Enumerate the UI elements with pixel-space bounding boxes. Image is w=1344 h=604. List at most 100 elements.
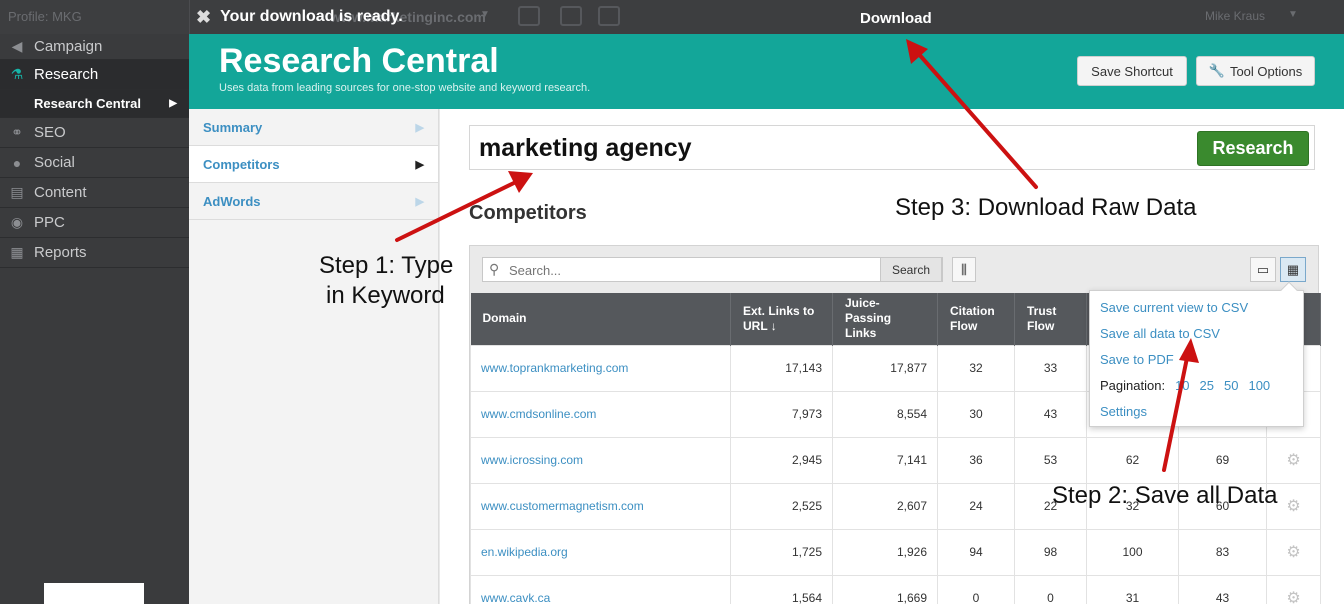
save-shortcut-button[interactable]: Save Shortcut — [1077, 56, 1187, 86]
cell-trust-flow: 33 — [1014, 344, 1087, 392]
close-icon[interactable]: ✖ — [196, 7, 211, 28]
tool-options-button[interactable]: 🔧 Tool Options — [1196, 56, 1315, 86]
cell-juice-links: 17,877 — [832, 344, 938, 392]
cell-value: 62 — [1086, 436, 1179, 484]
book-icon[interactable] — [518, 6, 540, 26]
microscope-icon: ⚗ — [10, 66, 24, 82]
cell-trust-flow: 53 — [1014, 436, 1087, 484]
section-title: Competitors — [469, 202, 587, 224]
report-icon: ▦ — [10, 244, 24, 260]
sidebar-item-research-central[interactable]: Research Central ▶ — [0, 90, 189, 118]
keyword-value[interactable]: marketing agency — [479, 134, 692, 163]
sidebar-item-label: PPC — [34, 214, 65, 231]
subnav-adwords[interactable]: AdWords ▶ — [189, 183, 438, 220]
subnav-label: Summary — [203, 119, 263, 135]
monitor-icon[interactable]: ▭ — [1250, 257, 1276, 282]
sidebar-item-reports[interactable]: ▦ Reports — [0, 238, 189, 268]
column-header[interactable]: Trust Flow — [1014, 293, 1087, 345]
annotation-step2: Step 2: Save all Data — [1052, 482, 1278, 509]
search-input[interactable] — [509, 261, 879, 279]
cell-citation-flow: 24 — [937, 482, 1015, 530]
pagination-label: Pagination: — [1100, 378, 1166, 393]
table-row: www.icrossing.com 2,945 7,141 36 53 62 6… — [470, 436, 1321, 484]
cell-citation-flow: 36 — [937, 436, 1015, 484]
wrench-icon: 🔧 — [1208, 63, 1225, 78]
annotation-step1-line1: Step 1: Type — [319, 252, 454, 279]
pagination-option[interactable]: 10 — [1175, 378, 1189, 393]
domain-link[interactable]: www.cavk.ca — [470, 574, 731, 604]
page-title: Research Central — [219, 42, 499, 80]
pagination-option[interactable]: 100 — [1248, 378, 1270, 393]
download-link[interactable]: Download — [860, 10, 932, 27]
cell-juice-links: 1,926 — [832, 528, 938, 576]
gear-icon[interactable]: ⚙ — [1266, 528, 1321, 576]
table-export-icon[interactable]: ▦ — [1280, 257, 1306, 282]
chevron-right-icon: ▶ — [415, 195, 424, 208]
chevron-down-icon[interactable]: ▼ — [1288, 9, 1298, 20]
cell-trust-flow: 43 — [1014, 390, 1087, 438]
menu-item-save-all-csv[interactable]: Save all data to CSV — [1100, 326, 1220, 341]
cell-trust-flow: 0 — [1014, 574, 1087, 604]
sidebar: ◀ Campaign ⚗ Research Research Central ▶… — [0, 34, 189, 604]
cell-juice-links: 7,141 — [832, 436, 938, 484]
menu-item-save-pdf[interactable]: Save to PDF — [1100, 352, 1174, 367]
export-menu: Save current view to CSV Save all data t… — [1089, 281, 1304, 427]
cell-value: 43 — [1178, 574, 1267, 604]
cell-juice-links: 2,607 — [832, 482, 938, 530]
chat-icon: ● — [12, 154, 22, 171]
page-header: Research Central Uses data from leading … — [189, 34, 1344, 109]
pagination-option[interactable]: 50 — [1224, 378, 1238, 393]
cell-ext-links: 1,564 — [730, 574, 833, 604]
profile-label[interactable]: Profile: MKG — [8, 9, 82, 24]
sidebar-item-research[interactable]: ⚗ Research — [0, 60, 189, 90]
table-search: ⚲ Search — [482, 257, 943, 282]
sidebar-item-content[interactable]: ▤ Content — [0, 178, 189, 208]
chevron-right-icon: ▶ — [415, 158, 424, 171]
cell-citation-flow: 94 — [937, 528, 1015, 576]
link-icon: ⚭ — [11, 124, 23, 140]
cell-citation-flow: 30 — [937, 390, 1015, 438]
menu-item-settings[interactable]: Settings — [1100, 404, 1147, 419]
sidebar-item-label: Campaign — [34, 38, 103, 55]
gear-icon[interactable]: ⚙ — [1266, 574, 1321, 604]
sidebar-subitem-label: Research Central — [34, 96, 141, 111]
annotation-step3: Step 3: Download Raw Data — [895, 194, 1197, 221]
page-subtitle: Uses data from leading sources for one-s… — [219, 82, 591, 94]
subnav-competitors[interactable]: Competitors ▶ — [189, 146, 438, 183]
keyword-input[interactable]: marketing agency Research — [469, 125, 1315, 170]
sidebar-item-social[interactable]: ● Social — [0, 148, 189, 178]
domain-link[interactable]: en.wikipedia.org — [470, 528, 731, 576]
search-icon: ⚲ — [489, 261, 500, 277]
check-icon[interactable] — [560, 6, 582, 26]
column-settings-icon[interactable]: ⫼ — [952, 257, 976, 282]
table-row: www.cavk.ca 1,564 1,669 0 0 31 43 ⚙ — [470, 574, 1321, 604]
search-button[interactable]: Search — [880, 257, 942, 282]
gear-icon[interactable]: ⚙ — [1266, 436, 1321, 484]
user-menu[interactable]: Mike Kraus — [1205, 9, 1265, 23]
sidebar-item-label: Research — [34, 66, 99, 83]
sidebar-footer-block — [44, 583, 144, 604]
cell-citation-flow: 0 — [937, 574, 1015, 604]
domain-link[interactable]: www.cmdsonline.com — [470, 390, 731, 438]
domain-link[interactable]: www.customermagnetism.com — [470, 482, 731, 530]
cell-ext-links: 17,143 — [730, 344, 833, 392]
chevron-down-icon[interactable]: ▼ — [480, 9, 490, 20]
subnav-summary[interactable]: Summary ▶ — [189, 109, 438, 146]
pagination-option[interactable]: 25 — [1200, 378, 1214, 393]
domain-link[interactable]: www.icrossing.com — [470, 436, 731, 484]
column-header[interactable]: Citation Flow — [937, 293, 1015, 345]
chevron-right-icon: ▶ — [415, 121, 424, 134]
research-button[interactable]: Research — [1197, 131, 1309, 166]
sidebar-item-ppc[interactable]: ◉ PPC — [0, 208, 189, 238]
column-header[interactable]: Domain — [470, 293, 731, 345]
annotation-step1-line2: in Keyword — [326, 282, 445, 309]
sidebar-item-seo[interactable]: ⚭ SEO — [0, 118, 189, 148]
sidebar-item-label: Reports — [34, 244, 87, 261]
inbox-icon[interactable] — [598, 6, 620, 26]
menu-item-save-view-csv[interactable]: Save current view to CSV — [1100, 300, 1248, 315]
sidebar-item-campaign[interactable]: ◀ Campaign — [0, 34, 189, 60]
column-header[interactable]: Ext. Links to URL ↓ — [730, 293, 833, 345]
domain-link[interactable]: www.toprankmarketing.com — [470, 344, 731, 392]
column-header[interactable]: Juice-Passing Links — [832, 293, 938, 345]
download-notice-text: Your download is ready. — [220, 8, 403, 25]
